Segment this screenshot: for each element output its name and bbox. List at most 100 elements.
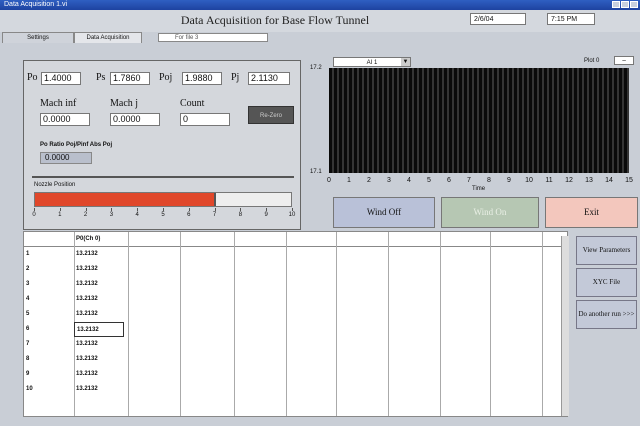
rezero-button[interactable]: Re-Zero: [248, 106, 294, 124]
row-index: 3: [26, 281, 30, 287]
mach-inf-value: 0.0000: [40, 113, 90, 126]
x-tick-label: 14: [605, 177, 613, 184]
data-table[interactable]: P0(Ch 0) 1 13.2132 2 13.2132 3 13.2132 4 13.2132…: [23, 231, 568, 417]
app-header: Data Acquisition for Base Flow Tunnel 2/…: [0, 10, 640, 32]
nozzle-tick-label: 1: [58, 212, 62, 218]
x-tick-label: 13: [585, 177, 593, 184]
table-cell[interactable]: 13.2132: [76, 292, 98, 307]
nozzle-tick-label: 4: [135, 212, 139, 218]
table-row[interactable]: [24, 337, 567, 352]
count-value: 0: [180, 113, 230, 126]
pj-value: 2.1130: [248, 72, 290, 85]
ratio-label: Po Ratio Poj/Pinf Abs Poj: [40, 142, 113, 148]
table-row[interactable]: [24, 292, 567, 307]
row-index: 7: [26, 341, 30, 347]
exit-button[interactable]: Exit: [545, 197, 638, 228]
maximize-icon[interactable]: [621, 1, 629, 8]
nozzle-tick-label: 8: [238, 212, 243, 218]
table-cell[interactable]: 13.2132: [76, 382, 98, 397]
table-cell[interactable]: 13.2132: [76, 277, 98, 292]
x-tick-label: 9: [507, 177, 511, 184]
nozzle-label: Nozzle Position: [34, 182, 76, 188]
table-cell[interactable]: 13.2132: [76, 307, 98, 322]
x-tick-label: 15: [625, 177, 633, 184]
x-tick-label: 4: [407, 177, 411, 184]
table-row[interactable]: [24, 382, 567, 397]
table-header-cell: P0(Ch 0): [76, 236, 101, 242]
line-icon[interactable]: ~: [614, 56, 634, 65]
table-row[interactable]: [24, 247, 567, 262]
poj-label: Poj: [159, 72, 173, 83]
x-tick-label: 3: [387, 177, 391, 184]
row-index: 1: [26, 251, 30, 257]
y-min-label: 17.1: [310, 169, 322, 175]
tab-bar: Settings Data Acquisition For file 3: [0, 32, 640, 44]
pj-label: Pj: [231, 72, 240, 83]
nozzle-tick-label: 7: [212, 212, 217, 218]
chevron-down-icon[interactable]: ▼: [401, 58, 410, 66]
x-tick-label: 11: [545, 177, 553, 184]
wind-off-button[interactable]: Wind Off: [333, 197, 435, 228]
nozzle-tick-mark: [34, 208, 35, 211]
nozzle-tick-mark: [111, 208, 113, 211]
minimize-icon[interactable]: [612, 1, 620, 8]
date-field: 2/6/04: [470, 13, 526, 25]
channel-dropdown[interactable]: AI 1 ▼: [333, 57, 411, 67]
table-cell[interactable]: 13.2132: [76, 352, 98, 367]
count-label: Count: [180, 98, 205, 109]
plot-area: [329, 68, 629, 173]
nozzle-slider-fill: [35, 193, 217, 206]
row-index: 6: [26, 326, 30, 332]
row-index: 4: [26, 296, 30, 302]
tab-data-acquisition[interactable]: Data Acquisition: [74, 32, 142, 43]
table-cell[interactable]: 13.2132: [76, 337, 98, 352]
table-cell[interactable]: 13.2132: [76, 247, 98, 262]
tab-settings[interactable]: Settings: [2, 32, 74, 43]
x-tick-label: 5: [427, 177, 431, 184]
table-row[interactable]: [24, 367, 567, 382]
mach-j-label: Mach j: [110, 98, 139, 109]
do-another-run-button[interactable]: Do another run >>>: [576, 300, 637, 329]
table-scrollbar[interactable]: [561, 236, 569, 416]
y-max-label: 17.2: [310, 65, 322, 71]
wind-on-button[interactable]: Wind On: [441, 197, 539, 228]
page-title: Data Acquisition for Base Flow Tunnel: [180, 13, 370, 27]
x-tick-label: 1: [347, 177, 351, 184]
window-controls: [612, 1, 638, 8]
table-row[interactable]: [24, 262, 567, 277]
nozzle-tick-mark: [163, 208, 164, 211]
x-axis-label: Time: [472, 186, 486, 192]
nozzle-slider[interactable]: [34, 192, 292, 207]
ratio-value: 0.0000: [40, 152, 92, 164]
table-cell[interactable]: 13.2132: [74, 322, 124, 337]
nozzle-tick-label: 0: [32, 212, 36, 218]
nozzle-tick-mark: [188, 208, 190, 211]
mach-j-value: 0.0000: [110, 113, 160, 126]
xyc-file-button[interactable]: XYC File: [576, 268, 637, 297]
nozzle-tick-mark: [214, 208, 216, 211]
window-title: Data Acquisition 1.vi: [4, 1, 68, 8]
row-index: 5: [26, 311, 30, 317]
file-name-field[interactable]: For file 3: [158, 33, 268, 42]
row-index: 8: [26, 356, 30, 362]
nozzle-tick-label: 9: [264, 212, 268, 218]
x-tick-label: 12: [565, 177, 573, 184]
table-cell[interactable]: 13.2132: [76, 262, 98, 277]
view-parameters-button[interactable]: View Parameters: [576, 236, 637, 265]
table-cell[interactable]: 13.2132: [76, 367, 98, 382]
pressure-panel: Po 1.4000 Ps 1.7860 Poj 1.9880 Pj 2.1130…: [23, 60, 301, 230]
channel-dropdown-value: AI 1: [366, 60, 378, 66]
ps-value: 1.7860: [110, 72, 150, 85]
po-label: Po: [27, 72, 38, 83]
table-row[interactable]: [24, 352, 567, 367]
table-row[interactable]: [24, 307, 567, 322]
x-tick-label: 7: [467, 177, 471, 184]
po-value: 1.4000: [41, 72, 81, 85]
close-icon[interactable]: [630, 1, 638, 8]
window-titlebar: Data Acquisition 1.vi: [0, 0, 640, 10]
row-index: 9: [26, 371, 30, 377]
nozzle-tick-label: 10: [288, 212, 296, 218]
time-field: 7:15 PM: [547, 13, 595, 25]
table-row[interactable]: [24, 277, 567, 292]
nozzle-tick-label: 6: [187, 212, 191, 218]
